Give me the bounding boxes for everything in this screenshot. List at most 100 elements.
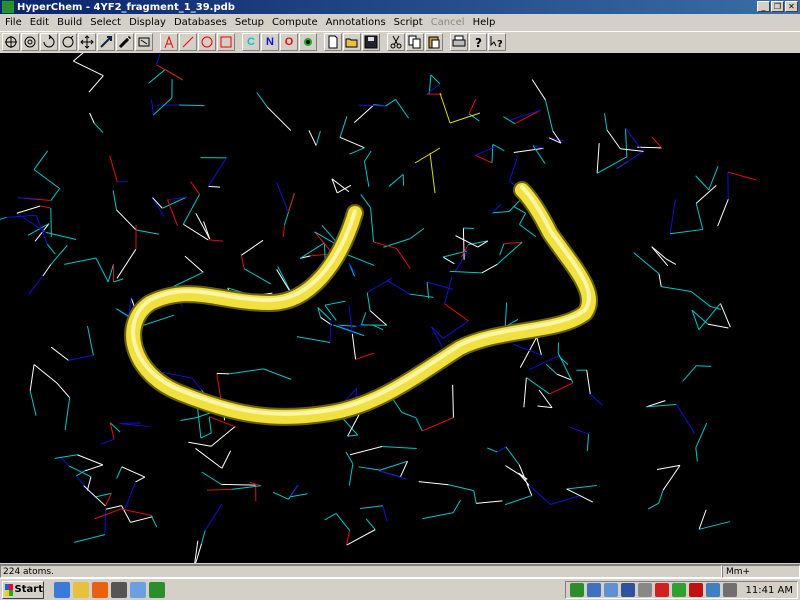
hyperchem-task-icon[interactable] bbox=[149, 581, 165, 598]
molecule-workspace[interactable] bbox=[0, 53, 800, 563]
rotate-z-icon bbox=[62, 35, 74, 48]
window-title: HyperChem - 4YF2_fragment_1_39.pdb bbox=[17, 1, 235, 13]
rotate-xy-button[interactable] bbox=[40, 33, 58, 51]
menu-databases[interactable]: Databases bbox=[170, 17, 231, 28]
open-file-icon bbox=[345, 38, 358, 48]
menu-edit[interactable]: Edit bbox=[26, 17, 53, 28]
context-help-button[interactable]: ? bbox=[488, 33, 506, 51]
svg-text:?: ? bbox=[497, 39, 503, 49]
start-button[interactable]: Start bbox=[2, 580, 44, 599]
system-tray: 11:41 AM bbox=[564, 581, 798, 599]
menu-build[interactable]: Build bbox=[53, 17, 86, 28]
windows-logo-icon bbox=[5, 583, 13, 596]
bond-wireframe bbox=[0, 53, 757, 563]
clip-button[interactable] bbox=[135, 33, 153, 51]
new-file-button[interactable] bbox=[324, 33, 342, 51]
element-table-button[interactable] bbox=[299, 33, 317, 51]
quick-launch bbox=[54, 581, 165, 598]
menu-bar: File Edit Build Select Display Databases Setup… bbox=[0, 14, 800, 30]
menu-compute[interactable]: Compute bbox=[268, 17, 322, 28]
menu-file[interactable]: File bbox=[1, 17, 26, 28]
app-launcher-icon[interactable] bbox=[111, 581, 127, 598]
nitrogen-element-button[interactable]: N bbox=[261, 33, 279, 51]
carbon-element-button[interactable]: C bbox=[242, 33, 260, 51]
menu-select[interactable]: Select bbox=[86, 17, 125, 28]
copy-icon bbox=[408, 35, 421, 49]
save-file-button[interactable] bbox=[362, 33, 380, 51]
help-button[interactable]: ? bbox=[469, 33, 487, 51]
zoom-button[interactable] bbox=[116, 33, 134, 51]
select-tool-icon bbox=[24, 36, 36, 48]
print-button[interactable] bbox=[450, 33, 468, 51]
save-file-icon bbox=[364, 35, 378, 49]
rectangle-annotation-button[interactable] bbox=[217, 33, 235, 51]
media-player-icon[interactable] bbox=[92, 581, 108, 598]
rotate-xy-icon bbox=[43, 35, 55, 48]
explorer-folder-icon[interactable] bbox=[73, 581, 89, 598]
translate-z-button[interactable] bbox=[97, 33, 115, 51]
menu-help[interactable]: Help bbox=[469, 17, 500, 28]
memory-indicator: Mm+ bbox=[722, 565, 800, 578]
title-bar[interactable]: HyperChem - 4YF2_fragment_1_39.pdb _ ❐ ✕ bbox=[0, 0, 800, 14]
paste-icon bbox=[428, 36, 440, 49]
menu-cancel[interactable]: Cancel bbox=[427, 17, 469, 28]
taskbar: Start 11:41 AM bbox=[0, 578, 800, 600]
rotate-z-button[interactable] bbox=[59, 33, 77, 51]
rectangle-annotation-icon bbox=[220, 36, 232, 48]
menu-display[interactable]: Display bbox=[125, 17, 170, 28]
translate-z-icon bbox=[100, 36, 112, 48]
clip-icon bbox=[138, 37, 150, 47]
help-icon: ? bbox=[475, 36, 482, 49]
display-icon[interactable] bbox=[620, 583, 635, 597]
open-file-button[interactable] bbox=[343, 33, 361, 51]
menu-annotations[interactable]: Annotations bbox=[322, 17, 390, 28]
carbon-label: C bbox=[247, 36, 255, 48]
status-message: 224 atoms. bbox=[0, 565, 722, 578]
close-button[interactable]: ✕ bbox=[785, 1, 798, 12]
ellipse-annotation-button[interactable] bbox=[198, 33, 216, 51]
ellipse-annotation-icon bbox=[201, 36, 213, 48]
clock: 11:41 AM bbox=[745, 584, 793, 596]
nitrogen-label: N bbox=[266, 36, 274, 48]
text-annotation-button[interactable] bbox=[160, 33, 178, 51]
adobe-icon[interactable] bbox=[688, 583, 703, 597]
draw-tool-button[interactable] bbox=[2, 33, 20, 51]
svg-text:?: ? bbox=[475, 36, 482, 49]
speaker-icon[interactable] bbox=[637, 583, 652, 597]
toolbar: C N O ? ? bbox=[0, 31, 800, 52]
line-annotation-button[interactable] bbox=[179, 33, 197, 51]
cut-button[interactable] bbox=[387, 33, 405, 51]
line-annotation-icon bbox=[182, 36, 194, 48]
print-icon bbox=[452, 35, 466, 47]
hyperchem-app-icon[interactable] bbox=[2, 1, 14, 13]
window-task-icon[interactable] bbox=[130, 581, 146, 598]
element-table-icon bbox=[304, 38, 312, 46]
molecule-rendering bbox=[0, 53, 757, 563]
select-tool-button[interactable] bbox=[21, 33, 39, 51]
menu-setup[interactable]: Setup bbox=[231, 17, 268, 28]
oxygen-element-button[interactable]: O bbox=[280, 33, 298, 51]
hyperchem-window: HyperChem - 4YF2_fragment_1_39.pdb _ ❐ ✕… bbox=[0, 0, 800, 578]
restore-button[interactable]: ❐ bbox=[771, 1, 784, 12]
zoom-icon bbox=[118, 35, 132, 49]
checkmark-icon[interactable] bbox=[671, 583, 686, 597]
draw-tool-icon bbox=[5, 36, 17, 48]
text-annotation-icon bbox=[164, 35, 174, 49]
security-icon[interactable] bbox=[654, 583, 669, 597]
internet-explorer-icon[interactable] bbox=[54, 581, 70, 598]
monitor-icon[interactable] bbox=[603, 583, 618, 597]
minimize-button[interactable]: _ bbox=[757, 1, 770, 12]
start-label: Start bbox=[14, 584, 43, 595]
oxygen-label: O bbox=[284, 36, 294, 48]
new-file-icon bbox=[328, 35, 338, 49]
menu-script[interactable]: Script bbox=[390, 17, 427, 28]
translate-xy-button[interactable] bbox=[78, 33, 96, 51]
network-icon[interactable] bbox=[586, 583, 601, 597]
cut-icon bbox=[390, 35, 402, 49]
paste-button[interactable] bbox=[425, 33, 443, 51]
status-bar: 224 atoms. Mm+ bbox=[0, 564, 800, 578]
sync-icon[interactable] bbox=[705, 583, 720, 597]
copy-button[interactable] bbox=[406, 33, 424, 51]
shield-icon[interactable] bbox=[569, 583, 584, 597]
printer-tray-icon[interactable] bbox=[722, 583, 737, 597]
